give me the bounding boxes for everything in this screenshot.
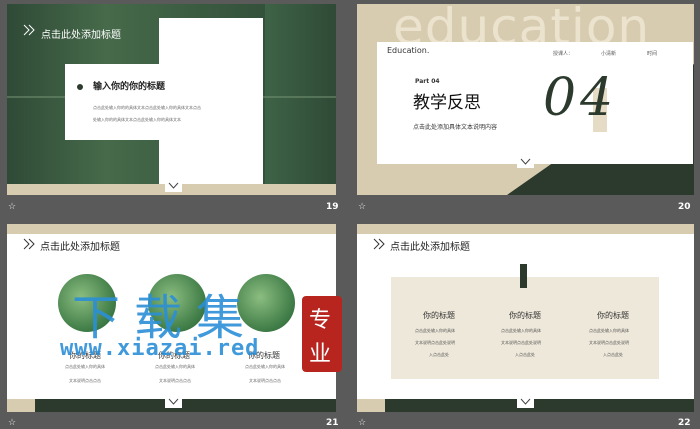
brand-text: Education. (387, 46, 430, 55)
content-card (65, 64, 261, 140)
watermark-url: www.xiazai.red (60, 336, 260, 361)
item-text: 点击此处输入你的具体 (65, 364, 105, 369)
item-text: 文本说明点击点击 (249, 378, 281, 383)
column-title: 你的标题 (597, 311, 629, 320)
time-label: 时间 (647, 51, 658, 57)
column-text: 入点击此处 (603, 352, 623, 357)
dark-footer-bar (385, 399, 694, 412)
star-icon[interactable]: ☆ (8, 202, 16, 212)
section-subtitle: 点击此处添加具体文本说明内容 (413, 124, 498, 131)
double-chevron-icon (23, 24, 35, 36)
card-text-line: 点击此处输入你的的具体文本点击此处输入你的具体文本点击 (93, 105, 201, 110)
teacher-label: 授课人： (553, 51, 574, 57)
section-number: 04 (543, 68, 618, 128)
column-text: 入点击此处 (429, 352, 449, 357)
leaf-background-right (265, 4, 336, 184)
dark-post (520, 264, 527, 288)
seal-char: 业 (309, 342, 332, 367)
slide-number: 20 (678, 202, 691, 212)
double-chevron-icon (23, 238, 35, 250)
chevron-down-icon (165, 396, 182, 408)
chevron-down-icon (517, 156, 534, 168)
column-title: 你的标题 (423, 311, 455, 320)
slide-title: 点击此处添加标题 (40, 242, 120, 253)
slide-thumbnail-22[interactable]: 点击此处添加标题 你的标题 点击此处输入你的具体 文本说明点击此处说明 入点击此… (357, 224, 694, 412)
star-icon[interactable]: ☆ (358, 418, 366, 428)
card-text-line: 处输入你的的具体文本点击此处输入你的具体文本 (93, 117, 181, 122)
column-text: 点击此处输入你的具体 (501, 328, 541, 333)
chevron-down-icon (517, 396, 534, 408)
bullet-dot (77, 84, 83, 90)
part-label: Part 04 (415, 78, 440, 85)
seal-stamp: 专 业 (302, 296, 342, 372)
slide-title: 点击此处添加标题 (390, 242, 470, 253)
seal-char: 专 (309, 308, 332, 333)
star-icon[interactable]: ☆ (358, 202, 366, 212)
section-title: 教学反思 (413, 93, 481, 113)
column-title: 你的标题 (509, 311, 541, 320)
item-text: 点击此处输入你的具体 (245, 364, 285, 369)
column-text: 入点击此处 (515, 352, 535, 357)
slide-number: 22 (678, 418, 691, 428)
slide-number: 21 (326, 418, 339, 428)
column-text: 文本说明点击此处说明 (501, 340, 541, 345)
slide-thumbnail-20[interactable]: education Education. 授课人： 小清新 时间 Part 04… (357, 4, 694, 195)
slide-title: 点击此处添加标题 (41, 30, 121, 41)
column-text: 点击此处输入你的具体 (415, 328, 455, 333)
card-title: 输入你的你的标题 (93, 82, 166, 92)
teacher-name: 小清新 (601, 51, 617, 57)
slide-number: 19 (326, 202, 339, 212)
item-text: 点击此处输入你的具体 (155, 364, 195, 369)
double-chevron-icon (373, 238, 385, 250)
item-text: 文本说明点击点击 (159, 378, 191, 383)
slide-thumbnail-19[interactable]: 点击此处添加标题 输入你的你的标题 点击此处输入你的的具体文本点击此处输入你的具… (7, 4, 336, 195)
dark-footer-bar (35, 399, 336, 412)
item-text: 文本说明点击点击 (69, 378, 101, 383)
column-text: 点击此处输入你的具体 (589, 328, 629, 333)
column-text: 文本说明点击此处说明 (415, 340, 455, 345)
star-icon[interactable]: ☆ (8, 418, 16, 428)
column-text: 文本说明点击此处说明 (589, 340, 629, 345)
chevron-down-icon (165, 180, 182, 192)
